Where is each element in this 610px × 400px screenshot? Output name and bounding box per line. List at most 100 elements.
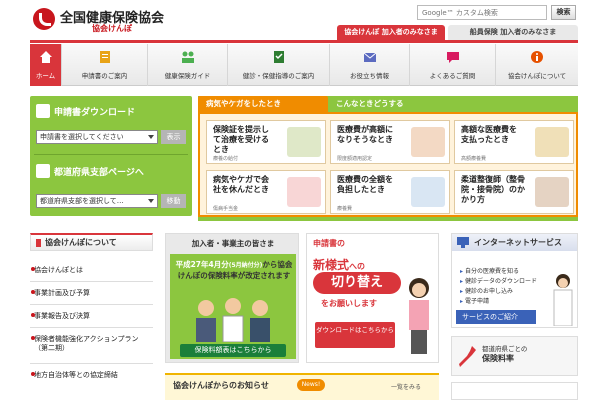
nav-guide[interactable]: 健康保険ガイド — [148, 44, 228, 86]
nav-forms[interactable]: 申請書のご案内 — [62, 44, 148, 86]
page-root: 全国健康保険協会 協会けんぽ 検索 協会けんぽ 加入者のみなさま 船員保険 加入… — [0, 0, 610, 400]
card-judo-therapist[interactable]: 柔道整復師（整骨院・接骨院）のかかり方 — [454, 170, 574, 214]
nav-home[interactable]: ホーム — [30, 44, 62, 86]
nav-label: ホーム — [35, 72, 56, 80]
nav-useful[interactable]: お役立ち情報 — [330, 44, 410, 86]
nav-label: よくあるご質問 — [429, 72, 476, 80]
card-subtitle: 傷病手当金 — [213, 206, 239, 212]
header-divider — [30, 40, 578, 43]
sick-person-icon — [287, 177, 321, 207]
nav-checkup[interactable]: 健診・保健指導のご案内 — [228, 44, 330, 86]
branch-select[interactable]: 都道府県支部を選択して… — [36, 194, 158, 208]
tab-illness[interactable]: 病気やケガをしたとき — [198, 96, 328, 112]
branch-title: 都道府県支部ページへ — [54, 168, 144, 178]
site-logo-icon[interactable] — [33, 8, 55, 30]
woman-pointing-icon — [553, 274, 573, 326]
about-divider — [30, 363, 153, 364]
form-promo-header: 申請書の — [313, 239, 345, 248]
premium-promo[interactable]: 加入者・事業主の皆さま 平成27年4月分(5月納付分)から協会けんぽの保険料率が… — [165, 233, 299, 363]
tab-seamen[interactable]: 船員保険 加入者のみなさま — [448, 25, 578, 40]
nav-label: 健康保険ガイド — [164, 72, 211, 80]
promo-header: 加入者・事業主の皆さま — [191, 239, 275, 248]
receipt-icon — [411, 177, 445, 207]
branch-rate-line-2: 保険料率 — [482, 354, 514, 363]
service-link-medical-cost[interactable]: 自分の医療費を知る — [460, 266, 519, 275]
about-link-report[interactable]: 事業報告及び決算 — [31, 312, 152, 321]
card-title: 病気やケガで会社を休んだとき — [213, 175, 269, 194]
promo-text-2: (5月納付分) — [228, 262, 263, 269]
about-link-action-plan[interactable]: 保険者機能強化アクションプラン（第二期） — [31, 335, 152, 353]
about-link-agreement[interactable]: 地方自治体等との協定締結 — [31, 371, 152, 380]
form-promo-he: への — [349, 262, 366, 271]
right-banner-partial[interactable] — [451, 382, 578, 400]
form-select[interactable]: 申請書を選択してください — [36, 130, 158, 144]
form-promo-request: をお願いします — [321, 299, 377, 308]
branch-rate-line-1: 都道府県ごとの — [482, 345, 528, 353]
situation-cards: 保険証を提示して治療を受けるとき 療養の給付 医療費が高額になりそうなとき 限度… — [198, 112, 578, 217]
left-nav-divider — [34, 154, 188, 155]
map-icon — [36, 164, 50, 178]
search-button[interactable]: 検索 — [551, 5, 576, 20]
monitor-icon — [457, 237, 469, 248]
document-icon — [99, 51, 110, 63]
branch-rate-text: 都道府県ごとの 保険料率 — [482, 345, 527, 363]
card-full-cost[interactable]: 医療費の全額を負担したとき 療養費 — [330, 170, 450, 214]
mail-icon — [363, 52, 376, 62]
nav-label: 申請書のご案内 — [81, 72, 128, 80]
search-input[interactable] — [417, 5, 547, 20]
premium-table-button[interactable]: 保険料額表はこちらから — [180, 344, 286, 357]
card-title: 医療費が高額になりそうなとき — [337, 125, 393, 144]
business-people-icon — [196, 298, 270, 342]
coins-icon — [535, 127, 569, 157]
guide-woman-icon — [409, 278, 429, 354]
service-link-e-application[interactable]: 電子申請 — [460, 296, 489, 305]
about-link-plan[interactable]: 事業計画及び予算 — [31, 289, 152, 298]
site-header: 全国健康保険協会 協会けんぽ 検索 協会けんぽ 加入者のみなさま 船員保険 加入… — [0, 0, 610, 40]
nav-label: お役立ち情報 — [350, 72, 389, 80]
service-link-checkup-download[interactable]: 健診データのダウンロード — [460, 276, 537, 285]
internet-service-title: インターネットサービス — [452, 234, 577, 251]
new-form-promo[interactable]: 申請書の 新様式への 切り替え をお願いします ダウンロードはこちらから — [306, 233, 439, 363]
about-divider — [30, 327, 153, 328]
card-sick-leave[interactable]: 病気やケガで会社を休んだとき 傷病手当金 — [206, 170, 326, 214]
service-intro-link[interactable]: サービスのご紹介 — [456, 310, 536, 324]
branch-rate-banner[interactable]: 都道府県ごとの 保険料率 — [451, 336, 578, 376]
branch-go-button[interactable]: 移動 — [161, 194, 186, 208]
card-high-cost-paid[interactable]: 高額な医療費を支払ったとき 高額療養費 — [454, 120, 574, 164]
card-subtitle: 高額療養費 — [461, 156, 487, 162]
form-show-button[interactable]: 表示 — [161, 130, 186, 144]
people-icon — [181, 51, 194, 63]
form-promo-new-word: 新様式 — [313, 258, 350, 272]
nav-label: 健診・保健指導のご案内 — [242, 72, 315, 80]
card-title: 医療費の全額を負担したとき — [337, 175, 393, 194]
card-title: 高額な医療費を支払ったとき — [461, 125, 517, 144]
card-insurance-card[interactable]: 保険証を提示して治療を受けるとき 療養の給付 — [206, 120, 326, 164]
nav-faq[interactable]: よくあるご質問 — [410, 44, 496, 86]
download-icon — [36, 104, 50, 118]
card-subtitle: 療養の給付 — [213, 156, 239, 162]
card-title: 柔道整復師（整骨院・接骨院）のかかり方 — [461, 175, 525, 204]
news-more-link[interactable]: 一覧をみる — [391, 382, 421, 391]
about-divider — [30, 281, 153, 282]
tab-members[interactable]: 協会けんぽ 加入者のみなさま — [337, 25, 445, 40]
therapist-icon — [535, 177, 569, 207]
form-promo-new: 新様式への — [313, 256, 365, 273]
service-link-checkup-apply[interactable]: 健診のお申し込み — [460, 286, 513, 295]
news-section: 協会けんぽからのお知らせ News! 一覧をみる — [165, 373, 439, 400]
card-subtitle: 療養費 — [337, 206, 353, 212]
form-promo-switch: 切り替え — [313, 272, 401, 294]
about-divider — [30, 304, 153, 305]
about-link-what[interactable]: 協会けんぽとは — [31, 266, 152, 275]
insurance-card-icon — [287, 127, 321, 157]
left-nav-panel: 申請書ダウンロード 申請書を選択してください 表示 都道府県支部ページへ 都道府… — [30, 96, 192, 216]
tab-situations[interactable]: こんなときどうする — [330, 96, 430, 112]
info-icon — [531, 51, 543, 63]
nav-about[interactable]: 協会けんぽについて — [496, 44, 578, 86]
org-subtitle: 協会けんぽ — [92, 24, 132, 33]
japan-map-icon — [459, 346, 476, 367]
money-icon — [411, 127, 445, 157]
form-download-button[interactable]: ダウンロードはこちらから — [315, 322, 395, 348]
global-nav: ホーム 申請書のご案内 健康保険ガイド 健診・保健指導のご案内 お役立ち情報 よ… — [30, 44, 578, 86]
card-high-cost-limit[interactable]: 医療費が高額になりそうなとき 限度額適用認定 — [330, 120, 450, 164]
card-subtitle: 限度額適用認定 — [337, 156, 373, 162]
